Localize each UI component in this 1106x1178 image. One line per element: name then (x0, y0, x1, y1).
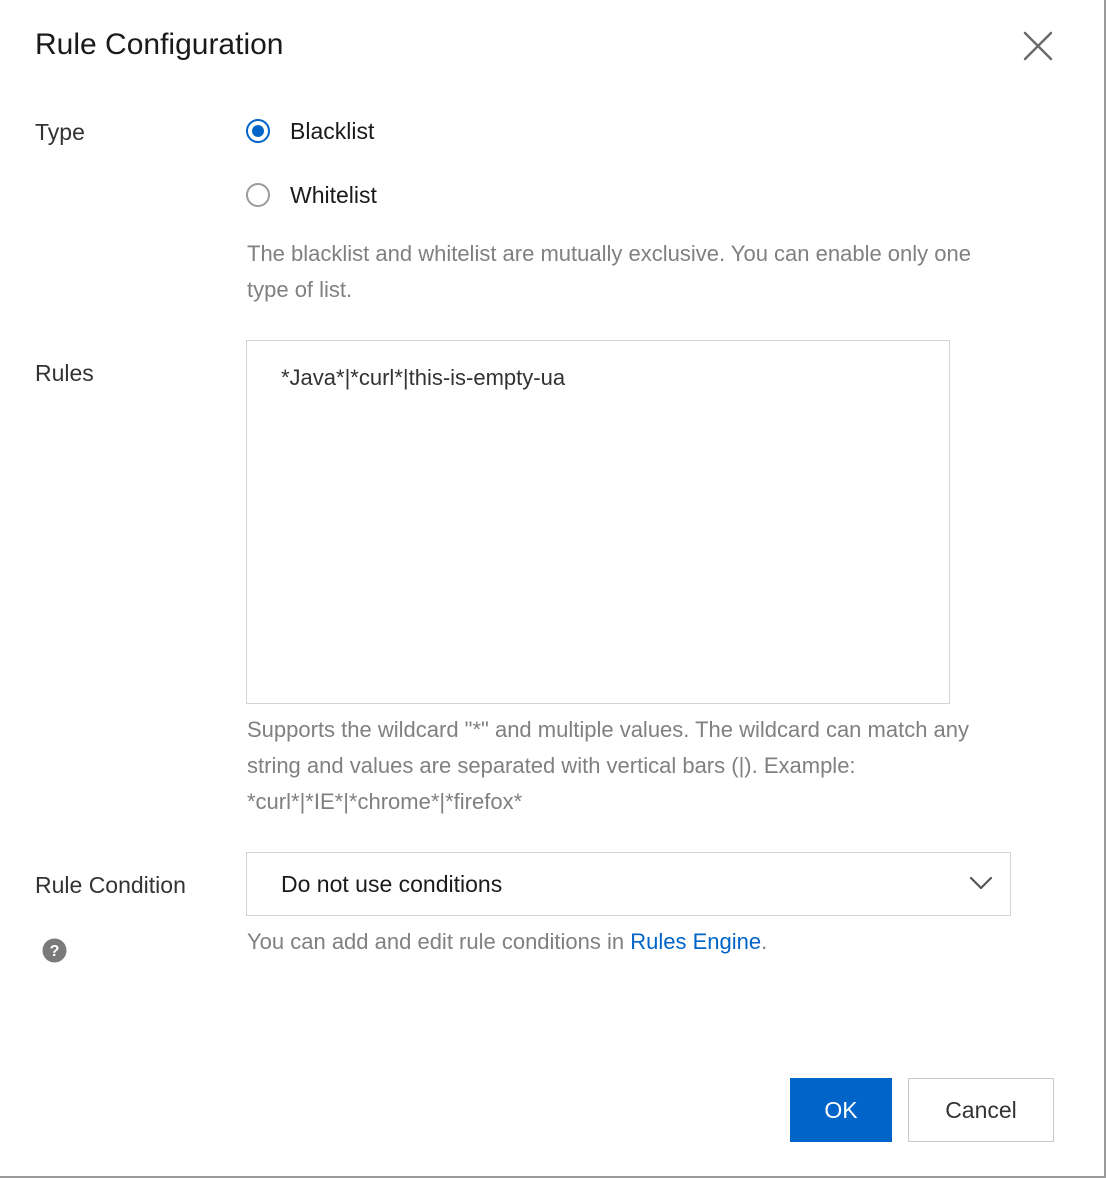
svg-text:?: ? (50, 943, 60, 960)
radio-whitelist-label[interactable]: Whitelist (290, 182, 377, 209)
close-button[interactable] (1020, 28, 1056, 64)
rule-condition-help-suffix: . (761, 929, 768, 954)
radio-whitelist-circle[interactable] (246, 183, 270, 207)
close-icon (1023, 31, 1053, 61)
rule-condition-select[interactable]: Do not use conditions (246, 852, 1011, 916)
rules-textarea[interactable] (246, 340, 950, 704)
rule-condition-help-prefix: You can add and edit rule conditions in (247, 929, 631, 954)
rule-configuration-dialog: Rule Configuration Type Blacklist Whitel… (0, 0, 1106, 1178)
cancel-button[interactable]: Cancel (908, 1078, 1054, 1142)
question-icon[interactable]: ? (42, 938, 67, 963)
rule-condition-label: Rule Condition (35, 872, 186, 898)
rules-help-text: Supports the wildcard "*" and multiple v… (247, 717, 970, 814)
dialog-title: Rule Configuration (35, 28, 284, 61)
ok-button[interactable]: OK (790, 1078, 892, 1142)
rule-condition-help-text: You can add and edit rule conditions in … (247, 924, 1007, 960)
chevron-down-icon (969, 876, 993, 890)
radio-whitelist[interactable]: Whitelist (246, 180, 377, 210)
radio-blacklist-label[interactable]: Blacklist (290, 118, 374, 145)
rules-engine-link[interactable]: Rules Engine (630, 929, 761, 954)
type-help-text: The blacklist and whitelist are mutually… (247, 241, 971, 302)
type-label: Type (35, 119, 85, 145)
radio-blacklist-circle[interactable] (246, 119, 270, 143)
rules-label: Rules (35, 360, 94, 386)
radio-blacklist[interactable]: Blacklist (246, 116, 374, 146)
rule-condition-selected-value: Do not use conditions (281, 870, 503, 897)
